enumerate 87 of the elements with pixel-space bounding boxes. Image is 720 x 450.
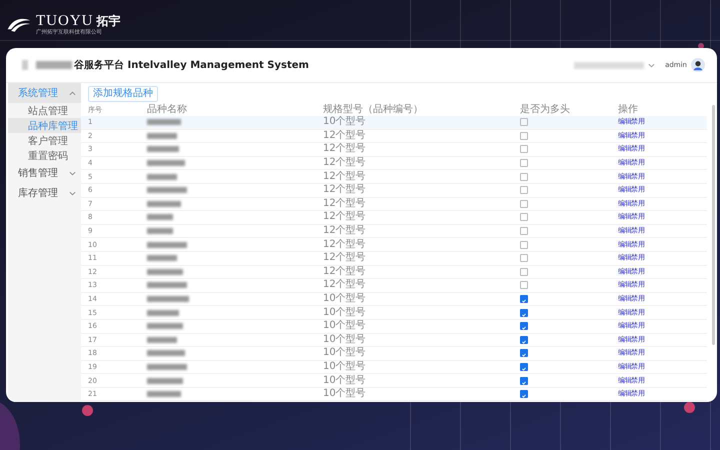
- table-cell-text: 10个型号: [323, 293, 367, 306]
- checkbox[interactable]: [520, 118, 528, 126]
- decorative-dot: [684, 402, 695, 413]
- table-cell-text: 12个型号: [323, 238, 367, 251]
- blurred-text: [147, 160, 185, 166]
- table-cell-text: 12个型号: [323, 279, 367, 292]
- sidebar-group[interactable]: 库存管理: [8, 183, 81, 203]
- blurred-text: [147, 242, 187, 248]
- checkbox[interactable]: [520, 186, 528, 194]
- table-cell-text: 10个型号: [323, 347, 367, 360]
- blurred-text: [36, 61, 72, 69]
- table-cell-text: 10个型号: [323, 116, 367, 128]
- checkbox[interactable]: [520, 268, 528, 276]
- checkbox[interactable]: [520, 172, 528, 181]
- checkbox[interactable]: [520, 281, 528, 290]
- brand-chinese-name: 拓宇: [96, 12, 120, 28]
- chevron-icon[interactable]: [69, 90, 76, 96]
- blurred-logo: [22, 60, 28, 70]
- blurred-text: [147, 296, 189, 302]
- table-cell-text: 12个型号: [323, 266, 367, 278]
- table-cell-text: 12个型号: [323, 211, 367, 224]
- chevron-icon[interactable]: [69, 190, 76, 196]
- avatar-icon[interactable]: [691, 58, 705, 72]
- table-cell-text: 10个型号: [323, 320, 367, 332]
- blurred-text: [147, 323, 183, 330]
- blurred-text: [147, 255, 177, 262]
- column-header: 操作: [618, 104, 638, 116]
- table-cell-text: 12个型号: [323, 252, 367, 264]
- brand-name: TUOYU: [36, 12, 94, 28]
- checkbox[interactable]: [520, 132, 528, 140]
- checkbox[interactable]: [520, 295, 528, 304]
- checkbox[interactable]: [520, 362, 528, 371]
- chevron-icon[interactable]: [69, 170, 76, 176]
- column-header: 是否为多头: [520, 104, 571, 116]
- checkbox[interactable]: [520, 390, 528, 398]
- table-cell-text: 10个型号: [323, 360, 367, 373]
- blurred-text: [147, 200, 181, 207]
- blurred-text: [147, 228, 173, 234]
- add-button[interactable]: 添加规格品种: [88, 86, 158, 102]
- caret-icon[interactable]: [648, 62, 656, 68]
- blurred-text: [147, 132, 177, 139]
- blurred-text: [147, 146, 179, 152]
- blurred-text: [147, 187, 187, 194]
- blurred-text: [147, 174, 177, 180]
- checkbox[interactable]: [520, 240, 528, 249]
- checkbox[interactable]: [520, 349, 528, 358]
- checkbox[interactable]: [520, 336, 528, 344]
- checkbox[interactable]: [520, 200, 528, 208]
- table-cell-text: 12个型号: [323, 170, 367, 183]
- blurred-text: [147, 119, 181, 126]
- table-cell-text: 10个型号: [323, 334, 367, 346]
- blurred-text: [147, 350, 185, 356]
- blurred-text: [147, 268, 183, 275]
- column-header: 品种名称: [147, 104, 188, 116]
- checkbox[interactable]: [520, 145, 528, 154]
- checkbox[interactable]: [520, 227, 528, 236]
- table-cell-text: 12个型号: [323, 225, 367, 238]
- blurred-dropdown[interactable]: [574, 62, 644, 68]
- checkbox[interactable]: [520, 254, 528, 262]
- scrollbar[interactable]: [712, 105, 715, 345]
- checkbox[interactable]: [520, 308, 528, 317]
- blurred-text: [147, 282, 187, 288]
- blurred-text: [147, 310, 179, 316]
- table-cell-text: 12个型号: [323, 198, 367, 210]
- table-cell-text: 12个型号: [323, 184, 367, 196]
- table-cell-text: 12个型号: [323, 143, 367, 156]
- table-cell-text: 10个型号: [323, 388, 367, 400]
- blurred-text: [147, 214, 173, 220]
- sidebar-group[interactable]: 销售管理: [8, 163, 81, 183]
- table-cell-text: 10个型号: [323, 306, 367, 319]
- checkbox[interactable]: [520, 376, 528, 385]
- table-cell-text: 10个型号: [323, 374, 367, 387]
- blurred-text: [147, 378, 183, 384]
- blurred-text: [147, 364, 187, 370]
- decorative-dot: [82, 405, 93, 416]
- checkbox[interactable]: [520, 322, 528, 330]
- sidebar-item[interactable]: 站点管理: [8, 103, 81, 118]
- app-title: 谷服务平台 Intelvalley Management System: [74, 58, 309, 72]
- checkbox[interactable]: [520, 159, 528, 168]
- blurred-text: [147, 336, 177, 343]
- blurred-text: [147, 391, 181, 398]
- table-cell-text: 12个型号: [323, 130, 367, 142]
- sidebar-item[interactable]: 重置密码: [8, 148, 81, 163]
- table-cell-text: 12个型号: [323, 157, 367, 170]
- checkbox[interactable]: [520, 213, 528, 222]
- sidebar-item[interactable]: 客户管理: [8, 133, 81, 148]
- column-header: 规格型号（品种编号）: [323, 104, 424, 116]
